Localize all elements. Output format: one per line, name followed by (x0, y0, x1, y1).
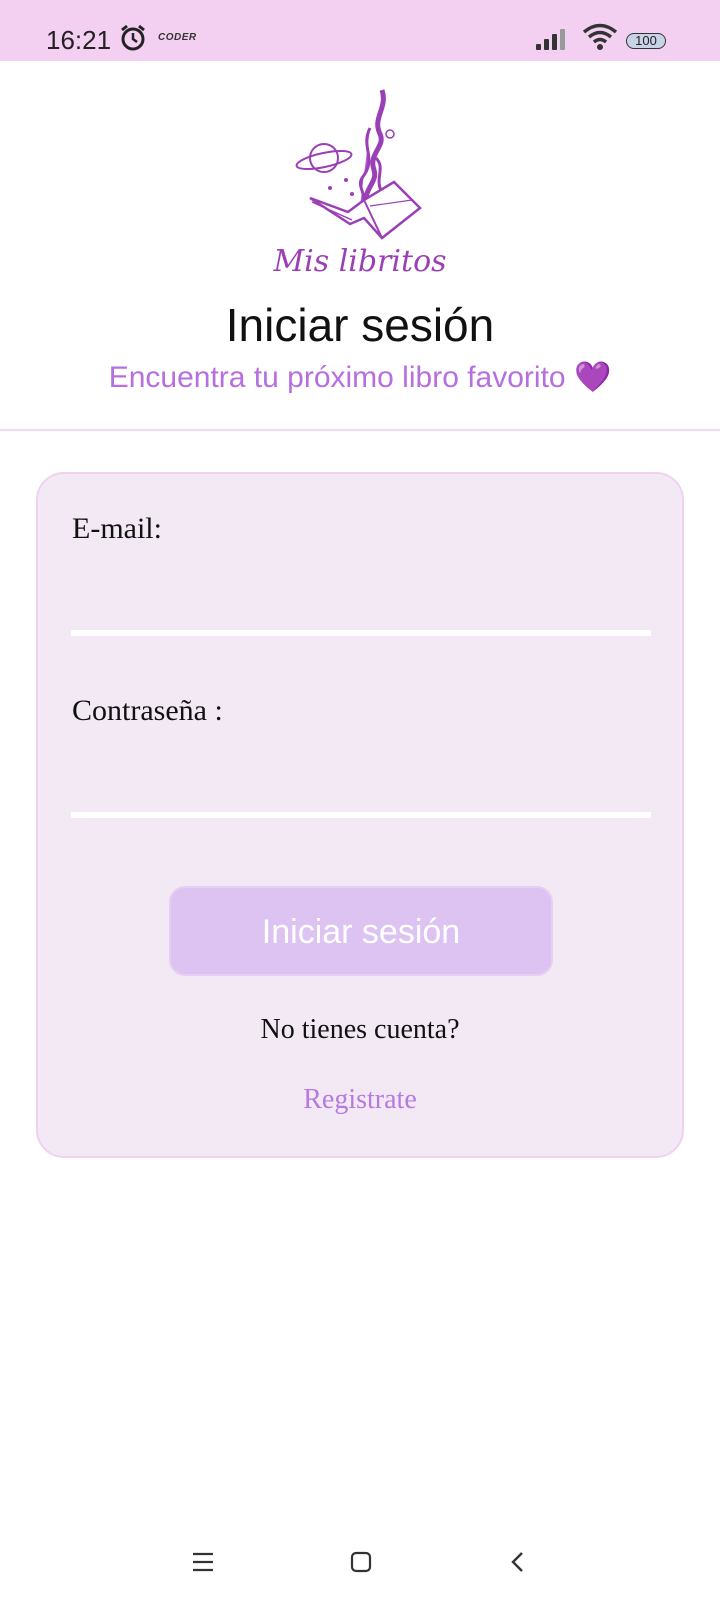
signal-icon (536, 29, 565, 50)
register-link[interactable]: Registrate (38, 1084, 682, 1116)
no-account-text: No tienes cuenta? (260, 1014, 460, 1045)
password-field[interactable] (71, 768, 651, 818)
carrier-tag: CODER (158, 32, 197, 43)
header-divider (0, 429, 720, 431)
menu-icon[interactable] (192, 1552, 214, 1572)
navigation-bar (0, 1530, 720, 1600)
home-icon[interactable] (350, 1551, 372, 1573)
password-label: Contraseña : (72, 694, 223, 727)
status-bar: 16:21 CODER 100 (0, 0, 720, 61)
brand-name: Mis libritos (273, 244, 447, 279)
battery-icon: 100 (626, 33, 666, 49)
login-card: E-mail: Contraseña : Iniciar sesión No t… (36, 472, 684, 1158)
status-time: 16:21 (46, 25, 112, 55)
subtitle-text: Encuentra tu próximo libro favorito (108, 361, 566, 394)
page-subtitle: Encuentra tu próximo libro favorito 💜 (0, 360, 720, 395)
battery-level: 100 (635, 33, 657, 48)
email-label: E-mail: (72, 512, 162, 545)
login-button[interactable]: Iniciar sesión (169, 886, 553, 976)
wifi-icon (582, 23, 618, 50)
email-field[interactable] (71, 586, 651, 636)
heart-icon: 💜 (573, 361, 612, 394)
alarm-icon (121, 24, 145, 51)
back-icon[interactable] (510, 1551, 526, 1573)
page-title: Iniciar sesión (225, 299, 495, 351)
